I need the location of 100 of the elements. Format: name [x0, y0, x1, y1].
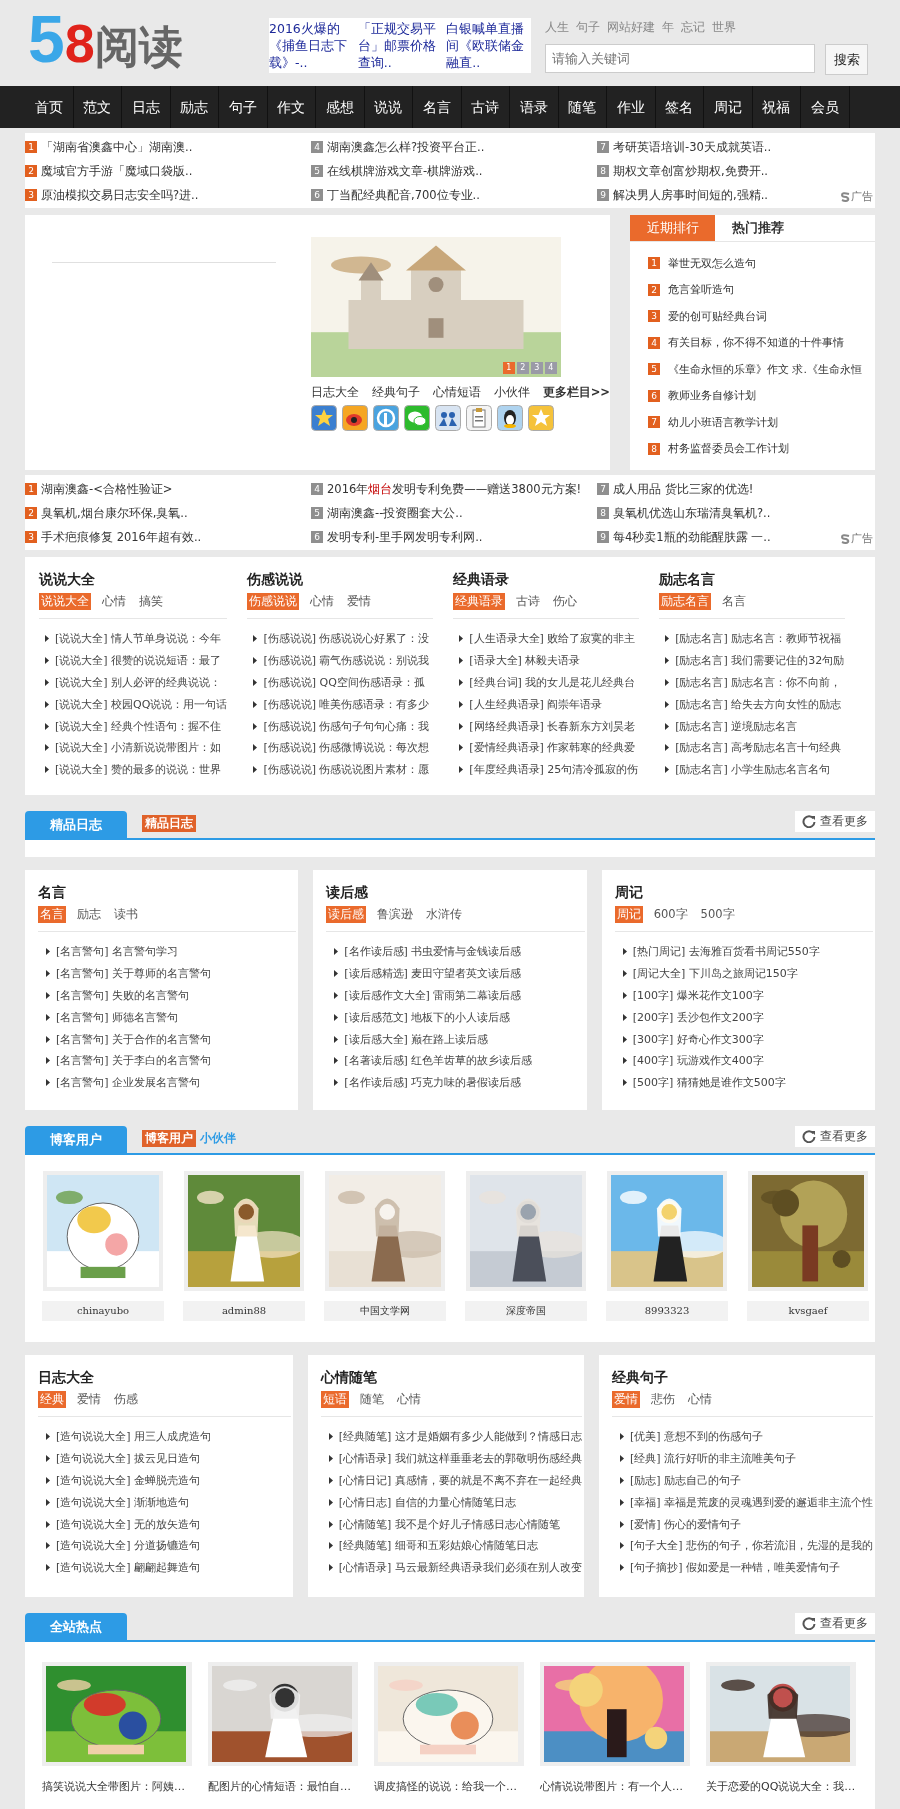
category-tab[interactable]: 伤心	[551, 593, 580, 610]
article-link[interactable]: [名言警句] 师德名言警句	[56, 1009, 179, 1025]
category-tab[interactable]: 水浒传	[424, 906, 465, 923]
article-link[interactable]: [经典随笔] 这才是婚姻有多少人能做到？情感日志	[338, 1429, 582, 1445]
category-tab[interactable]: 心情	[685, 1391, 714, 1408]
article-link[interactable]: [年度经典语录] 25句清冷孤寂的伤	[469, 762, 639, 778]
article-link[interactable]: [造句说说大全] 用三人成虎造句	[56, 1429, 212, 1445]
ad-link[interactable]: 解决男人房事时间短的,强精..	[613, 187, 768, 203]
article-link[interactable]: [心情随笔] 我不是个好儿子情感日志心情随笔	[338, 1516, 560, 1532]
article-link[interactable]: [造句说说大全] 拔云见日造句	[56, 1451, 201, 1467]
article-link[interactable]: [周记大全] 下川岛之旅周记150字	[632, 966, 798, 982]
tab[interactable]: 热门推荐	[715, 215, 800, 241]
username-link[interactable]: kvsgaef	[747, 1301, 869, 1321]
category-tab[interactable]: 爱情	[345, 593, 374, 610]
username-link[interactable]: 深度帝国	[465, 1301, 587, 1321]
article-link[interactable]: [语录大全] 林毅夫语录	[469, 653, 581, 669]
article-link[interactable]: [名作读后感] 书虫爱情与金钱读后感	[344, 944, 522, 960]
nav-item[interactable]: 作业	[607, 86, 656, 128]
category-tab[interactable]: 名言	[720, 593, 749, 610]
nav-item[interactable]: 感想	[316, 86, 365, 128]
post-link[interactable]: 搞笑说说大全带图片：阿姨…	[42, 1779, 192, 1794]
article-link[interactable]: [励志名言] 逆境励志名言	[675, 718, 798, 734]
ad-link[interactable]: 「湖南省澳鑫中心」湖南澳..	[41, 139, 193, 155]
category-link[interactable]: 心情短语	[432, 385, 481, 400]
article-link[interactable]: 危言耸听造句	[668, 282, 734, 298]
category-tab[interactable]: 心情	[100, 593, 128, 610]
article-link[interactable]: [优美] 意想不到的伤感句子	[629, 1429, 763, 1445]
nav-item[interactable]: 祝福	[752, 86, 801, 128]
article-link[interactable]: [心情日志] 自信的力量心情随笔日志	[338, 1494, 516, 1510]
more-link[interactable]: 更多栏目>>	[542, 385, 610, 400]
article-link[interactable]: 爱的创可贴经典台词	[668, 308, 767, 324]
category-tab[interactable]: 搞笑	[137, 593, 165, 610]
search-field[interactable]: 请输入关键词	[545, 44, 815, 73]
category-link[interactable]: 日志大全	[310, 385, 359, 400]
username-link[interactable]: 8993323	[606, 1301, 728, 1321]
article-link[interactable]: [心情日记] 真感情，要的就是不离不弃在一起经典	[338, 1473, 582, 1488]
ad-link[interactable]: 魔域官方手游「魔域口袋版..	[41, 163, 193, 179]
ad-link[interactable]: 湖南澳鑫怎么样?投资平台正..	[327, 139, 485, 155]
article-link[interactable]: [励志名言] 我们需要记住的32句励	[675, 653, 845, 669]
article-link[interactable]: [说说大全] 情人节单身说说：今年	[55, 631, 222, 647]
nav-item[interactable]: 句子	[219, 86, 268, 128]
article-link[interactable]: 《生命永恒的乐章》作文 求.《生命永恒	[668, 361, 862, 377]
ad-link[interactable]: 臭氧机优选山东瑞清臭氧机?..	[613, 505, 771, 521]
article-link[interactable]: [爱情] 伤心的爱情句子	[629, 1516, 741, 1532]
article-link[interactable]: [100字] 爆米花作文100字	[632, 988, 764, 1003]
more-button[interactable]: 查看更多	[795, 810, 875, 832]
article-link[interactable]: [伤感说说] 唯美伤感语录：有多少	[263, 696, 430, 712]
article-link[interactable]: [造句说说大全] 无的放矢造句	[56, 1516, 201, 1532]
username-link[interactable]: chinayubo	[42, 1301, 164, 1321]
category-tab[interactable]: 心情	[308, 593, 337, 610]
category-tab[interactable]: 读书	[112, 906, 140, 923]
category-link[interactable]: 小伙伴	[493, 385, 530, 400]
article-link[interactable]: [造句说说大全] 翩翩起舞造句	[56, 1560, 201, 1576]
promo-link[interactable]: 「正规交易平台」邮票价格查询..	[357, 20, 443, 71]
username-link[interactable]: 中国文学网	[324, 1301, 446, 1321]
article-link[interactable]: [经典随笔] 细哥和五彩姑娘心情随笔日志	[338, 1538, 538, 1554]
site-logo[interactable]: 58阅读	[28, 6, 213, 72]
clipboard-icon[interactable]	[465, 405, 492, 431]
category-tab[interactable]: 心情	[394, 1391, 423, 1408]
post-link[interactable]: 关于恋爱的QQ说说大全：我…	[706, 1779, 856, 1794]
article-link[interactable]: [伤感说说] 伤感句子句句心痛：我	[263, 718, 430, 734]
article-link[interactable]: [说说大全] 赞的最多的说说：世界	[55, 762, 222, 778]
article-link[interactable]: [造句说说大全] 金蝉脱壳造句	[56, 1473, 201, 1488]
article-link[interactable]: [经典] 流行好听的非主流唯美句子	[629, 1451, 796, 1467]
article-link[interactable]: [名言警句] 关于尊师的名言警句	[56, 966, 212, 982]
promo-link[interactable]: 2016火爆的《捕鱼日志下载》-..	[269, 20, 354, 71]
article-link[interactable]: [造句说说大全] 分道扬镳造句	[56, 1538, 201, 1554]
chat-bubble-icon[interactable]	[403, 405, 430, 431]
nav-item[interactable]: 首页	[25, 86, 74, 128]
article-link[interactable]: [读后感大全] 巅在路上读后感	[344, 1031, 489, 1047]
article-link[interactable]: [名著读后感] 红色羊齿草的故乡读后感	[344, 1053, 533, 1069]
article-link[interactable]: [网络经典语录] 长春新东方刘昊老	[469, 718, 636, 734]
ad-link[interactable]: 发明专利-里手网发明专利网..	[327, 529, 483, 545]
post-link[interactable]: 配图片的心情短语：最怕自…	[208, 1779, 358, 1794]
nav-item[interactable]: 语录	[510, 86, 559, 128]
article-link[interactable]: [名言警句] 关于合作的名言警句	[56, 1031, 212, 1047]
article-link[interactable]: [心情语录] 马云最新经典语录我们必须在别人改变	[338, 1560, 582, 1576]
nav-item[interactable]: 说说	[364, 86, 413, 128]
article-link[interactable]: [句子摘抄] 假如爱是一种错，唯美爱情句子	[629, 1560, 840, 1576]
category-tab[interactable]: 随笔	[357, 1391, 386, 1408]
ad-link[interactable]: 期权文章创富炒期权,免费开..	[613, 163, 768, 179]
nav-item[interactable]: 作文	[267, 86, 316, 128]
article-link[interactable]: [名作读后感] 巧克力味的暑假读后感	[344, 1075, 522, 1091]
category-link[interactable]: 经典句子	[371, 385, 420, 400]
article-link[interactable]: [名言警句] 企业发展名言警句	[56, 1075, 201, 1091]
people-icon[interactable]	[434, 405, 461, 431]
article-link[interactable]: [伤感说说] 霸气伤感说说：别说我	[263, 653, 430, 669]
article-link[interactable]: [励志] 励志自己的句子	[629, 1473, 741, 1488]
article-link[interactable]: [句子大全] 悲伤的句子，你若流泪，先湿的是我的	[629, 1538, 873, 1554]
article-link[interactable]: [造句说说大全] 渐渐地造句	[56, 1494, 190, 1510]
nav-item[interactable]: 励志	[170, 86, 219, 128]
category-tab[interactable]: 500字	[698, 906, 737, 923]
nav-item[interactable]: 名言	[413, 86, 462, 128]
article-link[interactable]: [经典台词] 我的女儿是花儿经典台	[469, 675, 636, 690]
category-tab[interactable]: 爱情	[75, 1391, 103, 1408]
ad-link[interactable]: 手术疤痕修复 2016年超有效..	[41, 529, 202, 545]
article-link[interactable]: [爱情经典语录] 作家韩寒的经典爱	[469, 740, 636, 756]
more-button[interactable]: 查看更多	[795, 1612, 875, 1634]
nav-item[interactable]: 签名	[655, 86, 704, 128]
article-link[interactable]: [读后感作文大全] 雷雨第二幕读后感	[344, 988, 522, 1003]
